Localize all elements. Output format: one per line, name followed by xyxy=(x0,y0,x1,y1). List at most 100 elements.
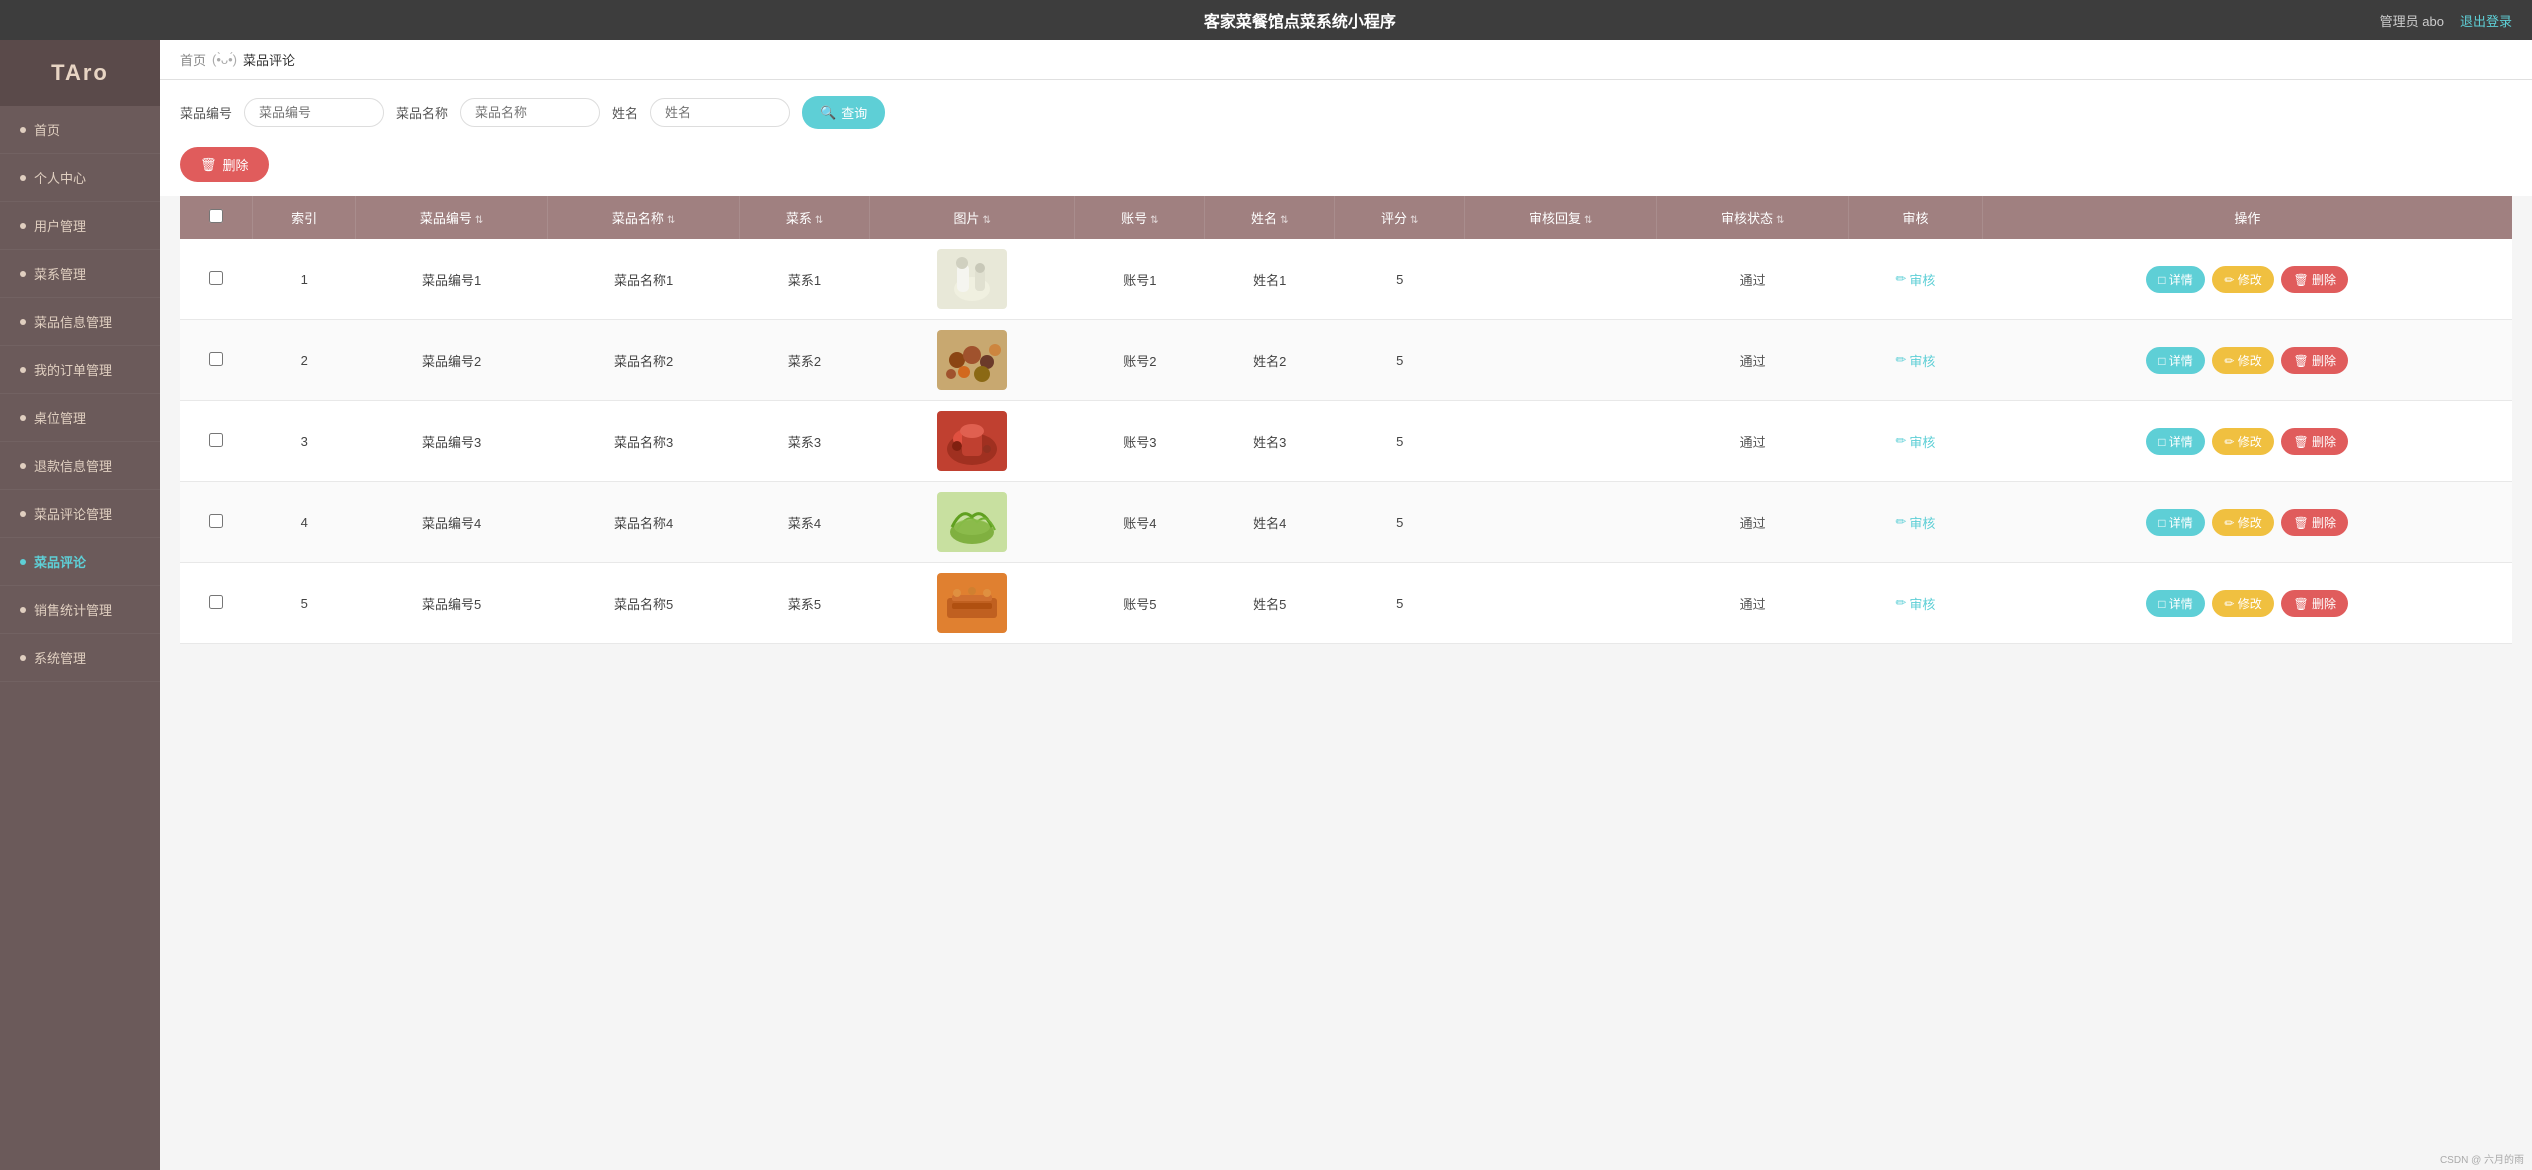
cell-review-status: 通过 xyxy=(1657,563,1849,644)
cell-operations: □ 详情 ✏ 修改 🗑 删除 xyxy=(1982,239,2512,320)
cell-index: 4 xyxy=(253,482,356,563)
edit-small-icon: ✏ xyxy=(1895,352,1906,368)
review-link[interactable]: ✏ 审核 xyxy=(1857,594,1975,613)
col-checkbox xyxy=(180,196,253,239)
table-row: 5 菜品编号5 菜品名称5 菜系5 账号5 姓名5 5 通过 ✏ 审核 xyxy=(180,563,2512,644)
watermark: CSDN @ 六月的雨 xyxy=(2440,1151,2524,1166)
cell-review-reply xyxy=(1465,239,1657,320)
select-all-checkbox[interactable] xyxy=(209,209,223,223)
row-checkbox[interactable] xyxy=(209,433,223,447)
edit-button[interactable]: ✏ 修改 xyxy=(2212,428,2273,455)
edit-button[interactable]: ✏ 修改 xyxy=(2212,347,2273,374)
cell-checkbox xyxy=(180,320,253,401)
cell-review-reply xyxy=(1465,563,1657,644)
row-checkbox[interactable] xyxy=(209,271,223,285)
cell-image xyxy=(870,239,1075,320)
cell-checkbox xyxy=(180,401,253,482)
dish-code-label: 菜品编号 xyxy=(180,103,232,122)
sidebar-item-menu-mgmt[interactable]: 菜系管理 xyxy=(0,250,160,298)
cell-checkbox xyxy=(180,239,253,320)
col-dish-code[interactable]: 菜品编号⇅ xyxy=(356,196,548,239)
cell-dish-code: 菜品编号2 xyxy=(356,320,548,401)
row-checkbox[interactable] xyxy=(209,514,223,528)
cell-checkbox xyxy=(180,563,253,644)
dish-code-input[interactable] xyxy=(244,98,384,127)
col-name[interactable]: 姓名⇅ xyxy=(1205,196,1335,239)
dot-icon xyxy=(20,367,26,373)
sidebar-item-sys-mgmt[interactable]: 系统管理 xyxy=(0,634,160,682)
col-review-reply[interactable]: 审核回复⇅ xyxy=(1465,196,1657,239)
sidebar-item-label: 退款信息管理 xyxy=(34,456,112,475)
sidebar-item-review-mgmt[interactable]: 菜品评论管理 xyxy=(0,490,160,538)
sidebar-item-dish-review[interactable]: 菜品评论 xyxy=(0,538,160,586)
sidebar-item-dish-info[interactable]: 菜品信息管理 xyxy=(0,298,160,346)
col-index: 索引 xyxy=(253,196,356,239)
sidebar-item-label: 我的订单管理 xyxy=(34,360,112,379)
surname-label: 姓名 xyxy=(612,103,638,122)
detail-button[interactable]: □ 详情 xyxy=(2146,509,2205,536)
table-row: 1 菜品编号1 菜品名称1 菜系1 账号1 姓名1 5 通过 ✏ 审核 xyxy=(180,239,2512,320)
col-category[interactable]: 菜系⇅ xyxy=(740,196,870,239)
edit-button[interactable]: ✏ 修改 xyxy=(2212,266,2273,293)
batch-delete-button[interactable]: 🗑 删除 xyxy=(180,147,269,182)
delete-button[interactable]: 🗑 删除 xyxy=(2281,347,2348,374)
cell-account: 账号2 xyxy=(1075,320,1205,401)
delete-button[interactable]: 🗑 删除 xyxy=(2281,428,2348,455)
cell-account: 账号3 xyxy=(1075,401,1205,482)
cell-name: 姓名5 xyxy=(1205,563,1335,644)
col-review-status[interactable]: 审核状态⇅ xyxy=(1657,196,1849,239)
dish-name-label: 菜品名称 xyxy=(396,103,448,122)
cell-review-status: 通过 xyxy=(1657,482,1849,563)
dot-icon xyxy=(20,463,26,469)
detail-button[interactable]: □ 详情 xyxy=(2146,347,2205,374)
sidebar-item-label: 个人中心 xyxy=(34,168,86,187)
surname-input[interactable] xyxy=(650,98,790,127)
row-checkbox[interactable] xyxy=(209,352,223,366)
review-link[interactable]: ✏ 审核 xyxy=(1857,432,1975,451)
sidebar-item-user-mgmt[interactable]: 用户管理 xyxy=(0,202,160,250)
detail-button[interactable]: □ 详情 xyxy=(2146,266,2205,293)
status-badge: 通过 xyxy=(1740,354,1766,369)
cell-category: 菜系1 xyxy=(740,239,870,320)
delete-button[interactable]: 🗑 删除 xyxy=(2281,590,2348,617)
sort-icon: ⇅ xyxy=(475,215,483,226)
cell-category: 菜系4 xyxy=(740,482,870,563)
sidebar-item-label: 用户管理 xyxy=(34,216,86,235)
dish-name-input[interactable] xyxy=(460,98,600,127)
col-review: 审核 xyxy=(1849,196,1983,239)
top-bar-right: 管理员 abo 退出登录 xyxy=(2380,11,2512,30)
cell-review: ✏ 审核 xyxy=(1849,320,1983,401)
logout-button[interactable]: 退出登录 xyxy=(2460,11,2512,30)
edit-button[interactable]: ✏ 修改 xyxy=(2212,509,2273,536)
delete-button[interactable]: 🗑 删除 xyxy=(2281,509,2348,536)
cell-image xyxy=(870,482,1075,563)
detail-button[interactable]: □ 详情 xyxy=(2146,428,2205,455)
delete-button[interactable]: 🗑 删除 xyxy=(2281,266,2348,293)
row-checkbox[interactable] xyxy=(209,595,223,609)
col-image[interactable]: 图片⇅ xyxy=(870,196,1075,239)
dot-icon xyxy=(20,607,26,613)
col-score[interactable]: 评分⇅ xyxy=(1335,196,1465,239)
review-link[interactable]: ✏ 审核 xyxy=(1857,513,1975,532)
sidebar-item-refund-info[interactable]: 退款信息管理 xyxy=(0,442,160,490)
review-link[interactable]: ✏ 审核 xyxy=(1857,351,1975,370)
col-account[interactable]: 账号⇅ xyxy=(1075,196,1205,239)
sidebar-item-sales-stats[interactable]: 销售统计管理 xyxy=(0,586,160,634)
breadcrumb-home[interactable]: 首页 xyxy=(180,50,206,69)
sidebar-item-table-mgmt[interactable]: 桌位管理 xyxy=(0,394,160,442)
review-link[interactable]: ✏ 审核 xyxy=(1857,270,1975,289)
cell-score: 5 xyxy=(1335,482,1465,563)
col-dish-name[interactable]: 菜品名称⇅ xyxy=(548,196,740,239)
cell-category: 菜系2 xyxy=(740,320,870,401)
sidebar-item-profile[interactable]: 个人中心 xyxy=(0,154,160,202)
sidebar-logo: TAro xyxy=(0,40,160,106)
sidebar-item-home[interactable]: 首页 xyxy=(0,106,160,154)
sidebar-item-label: 菜品信息管理 xyxy=(34,312,112,331)
sidebar-item-order-mgmt[interactable]: 我的订单管理 xyxy=(0,346,160,394)
detail-button[interactable]: □ 详情 xyxy=(2146,590,2205,617)
search-button[interactable]: 🔍 查询 xyxy=(802,96,885,129)
food-image xyxy=(937,492,1007,552)
cell-operations: □ 详情 ✏ 修改 🗑 删除 xyxy=(1982,401,2512,482)
edit-button[interactable]: ✏ 修改 xyxy=(2212,590,2273,617)
sort-icon: ⇅ xyxy=(815,215,823,226)
